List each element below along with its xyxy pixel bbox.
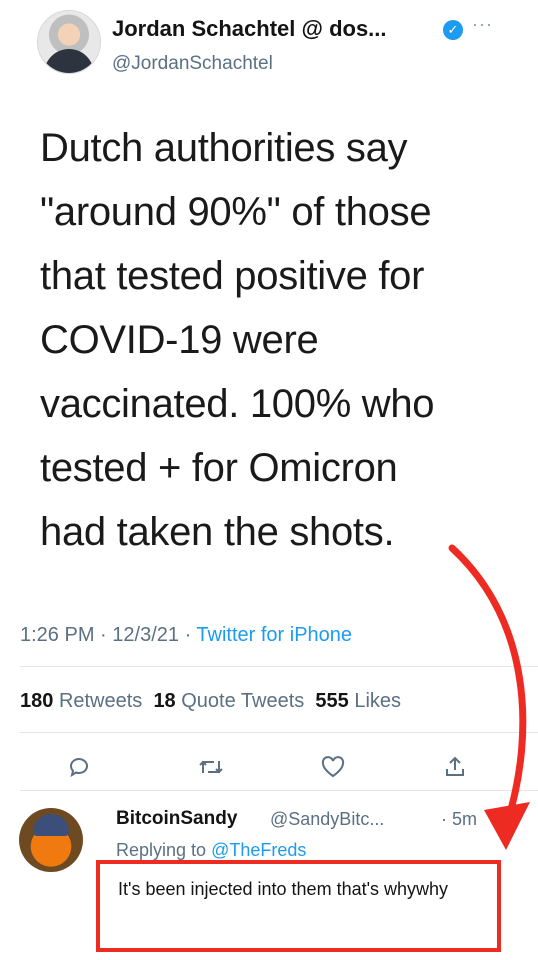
retweet-icon xyxy=(199,760,223,774)
share-icon xyxy=(446,756,464,776)
more-options-icon[interactable]: ··· xyxy=(472,14,493,35)
replying-to: Replying to @TheFreds xyxy=(116,840,306,861)
replying-prefix: Replying to xyxy=(116,840,207,860)
tweet-text-line: Dutch authorities say xyxy=(40,126,408,170)
meta-separator: · xyxy=(100,624,113,646)
tweet-meta: 1:26 PM · 12/3/21 · Twitter for iPhone xyxy=(20,624,352,647)
retweets-count[interactable]: 180 xyxy=(20,690,53,712)
quote-tweets-count[interactable]: 18 xyxy=(153,690,175,712)
share-button[interactable] xyxy=(440,752,470,782)
highlight-box xyxy=(96,860,501,952)
tweet-text-line: vaccinated. 100% who xyxy=(40,382,435,426)
reply-icon xyxy=(69,758,88,778)
tweet-text-line: "around 90%" of those xyxy=(40,190,432,234)
tweet-text-line: COVID-19 were xyxy=(40,318,319,362)
tweet-text-line: tested + for Omicron xyxy=(40,446,398,490)
tweet-text-line: that tested positive for xyxy=(40,254,425,298)
reply-author-name[interactable]: BitcoinSandy xyxy=(116,808,237,830)
divider xyxy=(20,666,538,667)
likes-label[interactable]: Likes xyxy=(354,690,401,712)
tweet-text-line: had taken the shots. xyxy=(40,510,395,554)
retweet-button[interactable] xyxy=(196,752,226,782)
reply-time-value: 5m xyxy=(452,809,478,829)
tweet-stats: 180 Retweets 18 Quote Tweets 555 Likes xyxy=(20,690,401,713)
like-button[interactable] xyxy=(318,752,348,782)
quote-tweets-label[interactable]: Quote Tweets xyxy=(181,690,304,712)
tweet-text: Dutch authorities say "around 90%" of th… xyxy=(40,116,510,564)
tweet-time[interactable]: 1:26 PM xyxy=(20,624,94,646)
meta-separator: · xyxy=(184,624,197,646)
likes-count[interactable]: 555 xyxy=(315,690,348,712)
author-name[interactable]: Jordan Schachtel @ dos... xyxy=(112,16,387,42)
reply-author-avatar[interactable] xyxy=(19,808,83,872)
like-icon xyxy=(321,756,345,778)
reply-time: · 5m xyxy=(441,809,478,829)
retweets-label[interactable]: Retweets xyxy=(59,690,142,712)
tweet-source-link[interactable]: Twitter for iPhone xyxy=(196,624,352,646)
divider xyxy=(20,790,538,791)
tweet-date[interactable]: 12/3/21 xyxy=(112,624,179,646)
divider xyxy=(20,732,538,733)
reply-author-handle[interactable]: @SandyBitc... xyxy=(270,809,384,830)
author-handle[interactable]: @JordanSchachtel xyxy=(112,53,273,75)
replying-to-mention[interactable]: @TheFreds xyxy=(211,840,306,860)
verified-badge-icon: ✓ xyxy=(443,20,463,40)
author-avatar[interactable] xyxy=(37,10,101,74)
reply-button[interactable] xyxy=(64,752,94,782)
